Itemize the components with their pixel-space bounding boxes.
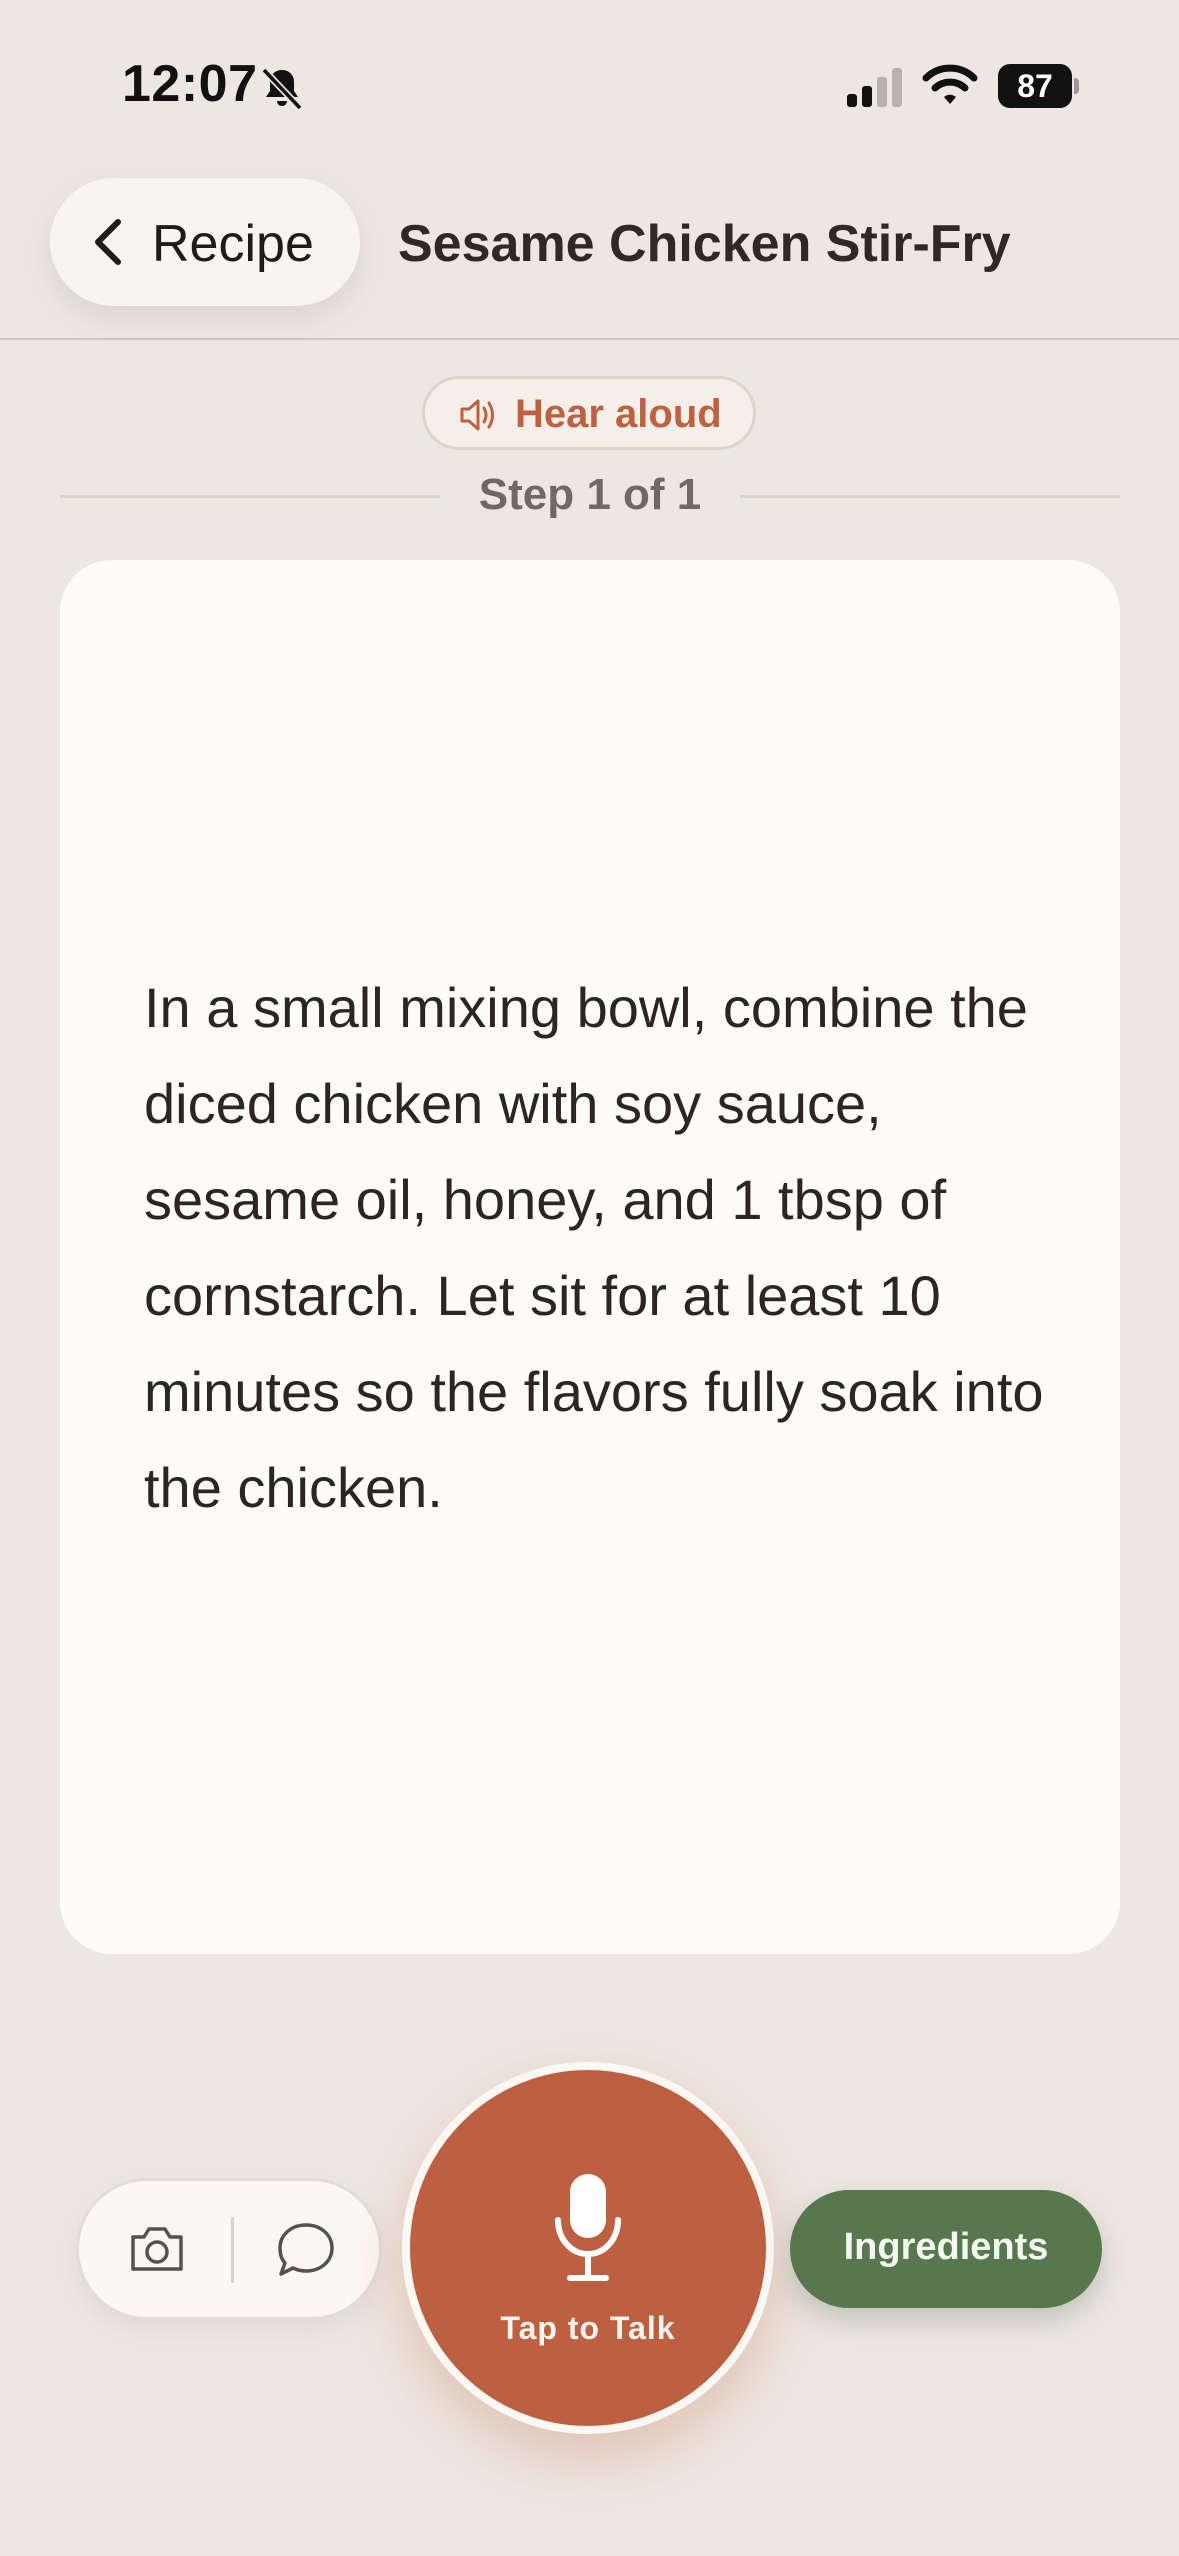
tap-to-talk-label: Tap to Talk: [500, 2310, 676, 2346]
chat-bubble-icon[interactable]: [275, 2219, 337, 2281]
camera-icon[interactable]: [127, 2221, 187, 2277]
step-divider-left: [60, 495, 440, 498]
ingredients-label: Ingredients: [843, 2226, 1049, 2268]
page-title: Sesame Chicken Stir-Fry: [398, 215, 1011, 273]
status-bar: 12:07 87: [0, 0, 1179, 170]
status-time: 12:07: [122, 55, 258, 113]
microphone-icon: [555, 2174, 621, 2281]
tool-pill: [76, 2178, 382, 2320]
back-label: Recipe: [152, 215, 314, 273]
step-instruction-text: In a small mixing bowl, combine the dice…: [144, 976, 1044, 1519]
battery-tip: [1074, 78, 1079, 94]
screen: 12:07 87 Recipe Sesame Chicken Stir-Fry …: [0, 0, 1179, 2556]
tool-divider: [231, 2217, 234, 2283]
cellular-signal-icon: [847, 68, 902, 107]
wifi-icon: [922, 64, 978, 104]
battery-icon: 87: [998, 64, 1079, 108]
ingredients-button[interactable]: Ingredients: [790, 2190, 1102, 2308]
tap-to-talk-button[interactable]: Tap to Talk: [402, 2062, 774, 2434]
nav-header: Recipe Sesame Chicken Stir-Fry: [0, 170, 1179, 340]
step-indicator: Step 1 of 1: [478, 470, 702, 519]
hear-aloud-button[interactable]: Hear aloud: [422, 376, 756, 450]
step-card: In a small mixing bowl, combine the dice…: [60, 560, 1120, 1954]
speaker-icon: [460, 399, 494, 431]
back-button[interactable]: Recipe: [50, 178, 360, 306]
step-divider-right: [740, 495, 1120, 498]
battery-level: 87: [1017, 68, 1053, 104]
chevron-left-icon: [95, 219, 121, 265]
bell-slash-icon: [261, 67, 303, 111]
hear-aloud-label: Hear aloud: [515, 392, 722, 436]
